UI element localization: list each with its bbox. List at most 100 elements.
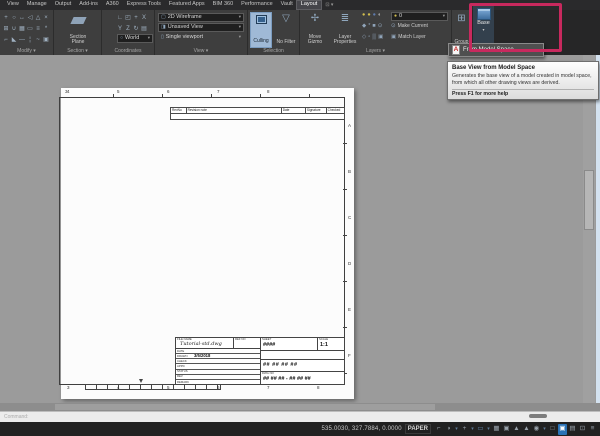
quick-properties-icon[interactable]: ▣ (558, 424, 567, 435)
vertical-scrollbar[interactable] (583, 55, 595, 403)
trim-icon[interactable]: × (42, 12, 50, 23)
layer-on-icon[interactable]: ● (362, 13, 365, 19)
layer-combo[interactable]: ● 0 ▾ (391, 12, 448, 21)
tab-a360[interactable]: A360 (102, 1, 123, 9)
object-isolate-icon[interactable]: ▤ (568, 424, 577, 435)
ruler-top-numbers: 345678 (65, 90, 343, 97)
ribbon-options-icon[interactable]: ⊡ ▾ (325, 2, 333, 8)
selection-cycling-icon[interactable]: ▭ (476, 424, 485, 435)
tab-add-ins[interactable]: Add-ins (75, 1, 102, 9)
copy-icon[interactable]: ⊞ (2, 23, 10, 34)
ucs-y-icon[interactable]: Y (116, 23, 124, 34)
tab-manage[interactable]: Manage (23, 1, 51, 9)
scale-caret-icon[interactable]: ▾ (542, 424, 547, 435)
snap-mode-icon[interactable]: ◑ (444, 424, 453, 435)
ucs-combo[interactable]: ○ World ▾ (117, 34, 153, 43)
horizontal-scrollbar[interactable] (0, 403, 600, 411)
tab-layout[interactable]: Layout (297, 1, 322, 9)
offset-icon[interactable]: ≡ (34, 23, 42, 34)
horizontal-scrollbar-thumb[interactable] (55, 404, 435, 410)
autoscale-icon[interactable]: ▲ (522, 424, 531, 435)
ucs-x-icon[interactable]: X (140, 12, 148, 23)
lengthen-icon[interactable]: — (18, 34, 26, 45)
layer-lock-icon[interactable]: ● (373, 13, 376, 19)
move-icon[interactable]: + (2, 12, 10, 23)
layer-freeze-icon[interactable]: * (368, 24, 370, 30)
tab-bim-360[interactable]: BIM 360 (209, 1, 237, 9)
visual-style-combo[interactable]: ▢ 2D Wireframe ▾ (158, 13, 244, 22)
match-layer-icon[interactable]: ▣ (378, 35, 383, 41)
infer-constraints-icon[interactable]: ⌐ (434, 424, 443, 435)
ucs-icon[interactable]: ∟ (116, 12, 124, 23)
layout-canvas[interactable]: 345678 RevNoRevision noteDateSignatureCh… (0, 55, 600, 403)
tab-view[interactable]: View (3, 1, 23, 9)
ucs-previous-icon[interactable]: ↻ (132, 23, 140, 34)
object-snap-icon[interactable]: ▣ (502, 424, 511, 435)
fillet-icon[interactable]: ∪ (10, 23, 18, 34)
named-view-combo[interactable]: ◨ Unsaved View ▾ (158, 23, 244, 32)
ucs-world-icon[interactable]: ◰ (124, 12, 132, 23)
tooltip-body: Generates the base view of a model creat… (452, 73, 594, 87)
ucs-named-icon[interactable]: ▤ (140, 23, 148, 34)
layer-off-icon[interactable]: ■ (372, 24, 375, 30)
ucs-z-icon[interactable]: Z (124, 23, 132, 34)
mirror-icon[interactable]: ◁ (26, 12, 34, 23)
panel-label-selection[interactable]: Selection (248, 49, 299, 54)
customization-icon[interactable]: ≡ (588, 424, 597, 435)
title-block: FILE NAME Tutorial-std.dwg REF NO DATE D… (175, 337, 345, 385)
polar-caret-icon[interactable]: ▾ (470, 424, 475, 435)
layer-plot-icon[interactable]: ◐ (378, 13, 381, 19)
command-line-grip[interactable] (529, 414, 547, 418)
grid-display-icon[interactable]: ▦ (492, 424, 501, 435)
panel-label-coordinates[interactable]: Coordinates (102, 49, 154, 54)
tab-featured-apps[interactable]: Featured Apps (165, 1, 209, 9)
command-line[interactable]: Command: (0, 411, 600, 422)
match-layer-button[interactable]: ▣ Match Layer (391, 35, 426, 41)
panel-label-section[interactable]: Section ▾ (54, 49, 101, 54)
section-plane-label: Section Plane (70, 35, 87, 47)
layer-fade-icon[interactable]: ▒ (372, 35, 376, 41)
panel-label-view[interactable]: View ▾ (155, 49, 247, 54)
tab-express-tools[interactable]: Express Tools (123, 1, 165, 9)
status-icons: ⌐◑▾+▾▭▾▦▣▲▲◉▾□▣▤⊡≡ (434, 424, 597, 435)
region-icon[interactable]: ▣ (42, 34, 50, 45)
move-gizmo-button[interactable]: ✢ Move Gizmo (302, 12, 328, 48)
panel-label-modify[interactable]: Modify ▾ (0, 49, 53, 54)
layer-unisolate-icon[interactable]: ▫ (368, 35, 370, 41)
break-icon[interactable]: ¦ (26, 34, 34, 45)
layer-properties-button[interactable]: ≣ Layer Properties (330, 12, 360, 48)
layer-walk-icon[interactable]: ◆ (362, 24, 366, 30)
tab-output[interactable]: Output (51, 1, 76, 9)
scale-icon[interactable]: △ (34, 12, 42, 23)
tab-vault[interactable]: Vault (277, 1, 297, 9)
clean-screen-icon[interactable]: ⊡ (578, 424, 587, 435)
layer-isolate-icon[interactable]: ◇ (362, 35, 366, 41)
make-current-button[interactable]: ⊙ Make Current (391, 24, 428, 30)
rotate-icon[interactable]: ○ (10, 12, 18, 23)
chamfer-icon[interactable]: ◣ (10, 34, 18, 45)
array-icon[interactable]: ▦ (18, 23, 26, 34)
culling-button[interactable]: Culling (250, 12, 272, 48)
panel-label-layers[interactable]: Layers ▾ (300, 49, 451, 54)
join-icon[interactable]: ⌐ (2, 34, 10, 45)
paper-space-toggle[interactable]: PAPER (405, 424, 431, 434)
no-filter-button[interactable]: ▽ No Filter (274, 12, 298, 48)
make-current-icon[interactable]: ⊙ (378, 24, 383, 30)
vertical-scrollbar-thumb[interactable] (584, 170, 594, 230)
cycling-caret-icon[interactable]: ▾ (486, 424, 491, 435)
snap-caret-icon[interactable]: ▾ (454, 424, 459, 435)
section-plane-button[interactable]: Section Plane (60, 12, 96, 48)
polar-tracking-icon[interactable]: + (460, 424, 469, 435)
explode-icon[interactable]: * (42, 23, 50, 34)
viewport-combo[interactable]: ▯ Single viewport ▾ (158, 33, 244, 42)
polyline-edit-icon[interactable]: ~ (34, 34, 42, 45)
stretch-icon[interactable]: ↔ (18, 12, 26, 23)
annotation-visibility-icon[interactable]: ▲ (512, 424, 521, 435)
annotation-scale-icon[interactable]: ◉ (532, 424, 541, 435)
ucs-origin-icon[interactable]: + (132, 12, 140, 23)
layer-thaw-icon[interactable]: ● (367, 13, 370, 19)
workspace-switching-icon[interactable]: □ (548, 424, 557, 435)
tab-performance[interactable]: Performance (237, 1, 277, 9)
row-label: DRAWN (176, 355, 194, 358)
erase-icon[interactable]: ▭ (26, 23, 34, 34)
